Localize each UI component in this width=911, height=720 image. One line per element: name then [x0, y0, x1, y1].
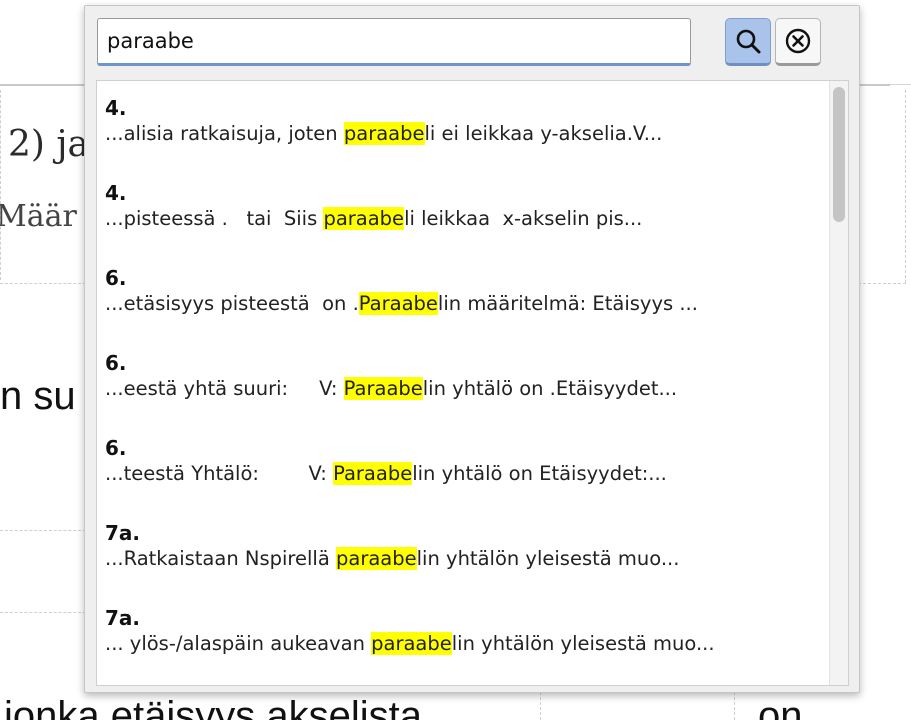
text-fragment: jonka etäisyys akselista [4, 694, 422, 720]
result-title: 6. [105, 351, 127, 375]
result-title: 7a. [105, 521, 141, 545]
match-highlight: paraabe [371, 632, 452, 655]
card-border-bottom [0, 612, 86, 613]
result-snippet: ...Ratkaistaan Nspirellä paraabelin yhtä… [105, 545, 831, 573]
snippet-text: lin yhtälön yleisestä muo... [416, 547, 680, 570]
match-highlight: paraabe [323, 207, 405, 230]
search-results: 4. ...alisia ratkaisuja, joten paraabeli… [96, 80, 849, 686]
card-border-left [0, 90, 1, 280]
match-highlight: Paraabe [343, 377, 423, 400]
result-title: 7a. [105, 606, 141, 630]
text-fragment: Määr [0, 199, 77, 234]
result-snippet: ...teestä Yhtälö: V: Paraabelin yhtälö o… [105, 460, 831, 488]
snippet-text: lin määritelmä: Etäisyys ... [437, 292, 698, 315]
result-snippet: ...etäsisyys pisteestä on .Paraabelin mä… [105, 290, 831, 318]
snippet-text: lin yhtälö on .Etäisyydet... [422, 377, 678, 400]
result-snippet: ...pisteessä . tai Siis paraabeli leikka… [105, 205, 831, 233]
result-item[interactable]: 4. ...alisia ratkaisuja, joten paraabeli… [97, 81, 831, 166]
snippet-text: ...pisteessä . tai Siis [105, 207, 324, 230]
result-title: 4. [105, 96, 127, 120]
result-snippet: ...alisia ratkaisuja, joten paraabeli ei… [105, 120, 831, 148]
result-title: 6. [105, 436, 127, 460]
result-title: 4. [105, 181, 127, 205]
match-highlight: Paraabe [333, 462, 413, 485]
snippet-text: li ei leikkaa y-akselia.V... [424, 122, 663, 145]
clear-search-button[interactable] [775, 18, 821, 66]
result-item[interactable]: 6. ...eestä yhtä suuri: V: Paraabelin yh… [97, 336, 831, 421]
results-list: 4. ...alisia ratkaisuja, joten paraabeli… [97, 81, 831, 676]
math-fragment: 2) ja [8, 124, 90, 165]
result-item[interactable]: 7a. ... ylös-/alaspäin aukeavan paraabel… [97, 591, 831, 676]
card-border-bottom [0, 530, 86, 531]
result-snippet: ... ylös-/alaspäin aukeavan paraabelin y… [105, 630, 831, 658]
card-border-bottom [0, 283, 86, 284]
magnifier-icon [736, 29, 761, 54]
result-item[interactable]: 7a. ...Ratkaistaan Nspirellä paraabelin … [97, 506, 831, 591]
snippet-text: ...etäsisyys pisteestä on . [105, 292, 359, 315]
result-title: 6. [105, 266, 127, 290]
result-snippet: ...eestä yhtä suuri: V: Paraabelin yhtäl… [105, 375, 831, 403]
screen: 2) ja Määr n su jonka etäisyys akselista… [0, 0, 911, 720]
match-highlight: Paraabe [358, 292, 438, 315]
result-item[interactable]: 4. ...pisteessä . tai Siis paraabeli lei… [97, 166, 831, 251]
snippet-text: ...teestä Yhtälö: V: [105, 462, 334, 485]
card-border-bottom-right [858, 283, 906, 284]
snippet-text: ...eestä yhtä suuri: V: [105, 377, 344, 400]
table-border [540, 692, 541, 720]
result-item[interactable]: 6. ...etäsisyys pisteestä on .Paraabelin… [97, 251, 831, 336]
snippet-text: ... ylös-/alaspäin aukeavan [105, 632, 372, 655]
search-panel: 4. ...alisia ratkaisuja, joten paraabeli… [84, 5, 860, 693]
circle-x-icon [785, 28, 811, 54]
scrollbar-thumb[interactable] [833, 87, 845, 222]
snippet-text: lin yhtälön yleisestä muo... [451, 632, 715, 655]
text-fragment: on [758, 694, 803, 720]
snippet-text: li leikkaa x-akselin pis... [404, 207, 643, 230]
snippet-text: ...alisia ratkaisuja, joten [105, 122, 344, 145]
snippet-text: ...Ratkaistaan Nspirellä [105, 547, 337, 570]
heading-fragment: n su [0, 374, 76, 418]
card-border-right [905, 90, 906, 283]
result-item[interactable]: 6. ...teestä Yhtälö: V: Paraabelin yhtäl… [97, 421, 831, 506]
search-input[interactable] [97, 18, 691, 66]
search-button[interactable] [725, 18, 771, 66]
match-highlight: paraabe [343, 122, 425, 145]
snippet-text: lin yhtälö on Etäisyydet:... [412, 462, 667, 485]
results-scrollbar[interactable] [829, 81, 848, 685]
match-highlight: paraabe [336, 547, 417, 570]
table-border [734, 692, 735, 720]
